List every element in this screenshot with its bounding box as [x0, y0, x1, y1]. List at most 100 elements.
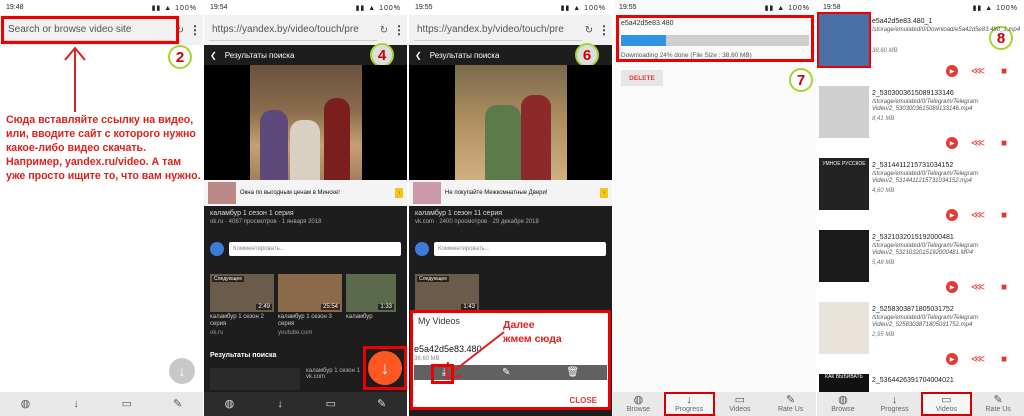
video-list-item[interactable]: УМНОЕ РУССКОЕ 2_5314411215731034152 /sto… [817, 152, 1024, 224]
bottom-nav: ◍ ↓ ▭ ✎ [204, 392, 407, 416]
status-bar: 19:48 ▮▮ ▲ 100% [0, 0, 203, 15]
download-fab[interactable]: ↓ [169, 358, 195, 384]
video-player[interactable] [204, 65, 407, 180]
share-icon[interactable]: ⋘ [971, 65, 985, 77]
video-player[interactable] [409, 65, 612, 180]
reload-icon[interactable]: ↻ [377, 25, 391, 36]
nav-videos[interactable]: ▭ [305, 392, 357, 416]
related-video[interactable]: Следующее 1:43 [415, 274, 479, 312]
share-icon[interactable]: ⋘ [971, 353, 985, 365]
nav-videos[interactable]: ▭ Videos [715, 392, 766, 416]
video-name: 2_5321032015192000481 [872, 234, 954, 241]
reload-icon[interactable]: ↻ [582, 25, 596, 36]
video-frame [454, 65, 567, 180]
video-path: /storage/emulated/0/Download/e5a42d5e83.… [872, 27, 1021, 33]
related-video[interactable]: Следующее 2:49 каламбур 1 сезон 2 серия o… [210, 274, 274, 336]
video-meta: ok.ru · 4087 просмотров · 1 января 2018 [210, 219, 322, 225]
video-title: каламбур 1 сезон 1 серия [210, 210, 294, 217]
next-tag: Следующее [417, 276, 449, 282]
nav-progress[interactable]: ↓ [254, 392, 306, 416]
duration: 1:33 [378, 304, 394, 310]
back-icon[interactable]: ❮ [415, 51, 422, 60]
nav-videos[interactable]: ▭ [102, 392, 153, 416]
nav-browse[interactable]: ◍ Browse [613, 392, 664, 416]
share-icon[interactable]: ⋘ [971, 137, 985, 149]
trash-icon[interactable]: ■ [998, 209, 1010, 221]
duration: 2:49 [256, 304, 272, 310]
play-icon[interactable]: ▶ [946, 209, 958, 221]
bottom-nav: ◍ Browse ↓ Progress ▭ Videos ✎ Rate Us [613, 392, 816, 416]
video-list-item[interactable]: e5a42d5e83.480_1 /storage/emulated/0/Dow… [817, 8, 1024, 80]
comment-input[interactable]: Комментировать... [434, 242, 606, 256]
status-time: 19:54 [210, 4, 228, 11]
video-size: 8,41 MB [872, 116, 895, 122]
nav-progress[interactable]: ↓ Progress [663, 392, 715, 416]
back-icon[interactable]: ❮ [210, 51, 217, 60]
trash-icon[interactable]: ■ [998, 281, 1010, 293]
status-time: 19:55 [619, 4, 637, 11]
related-title: каламбур [346, 314, 373, 320]
step-badge: 4 [370, 43, 394, 67]
video-name: 2_5258303871805031752 [872, 306, 954, 313]
related-source: ok.ru [210, 330, 224, 336]
nav-rate[interactable]: ✎ Rate Us [765, 392, 816, 416]
ad-banner[interactable]: Окна по выгодным ценам в Минске! › [204, 180, 407, 206]
screen-progress: 19:55 ▮▮ ▲ 100% e5a42d5e83.480 Downloadi… [613, 0, 816, 416]
menu-dots-icon[interactable]: ⋮ [187, 23, 203, 37]
play-icon[interactable]: ▶ [946, 137, 958, 149]
play-icon[interactable]: ▶ [946, 65, 958, 77]
nav-progress-label: Progress [880, 406, 909, 413]
video-path: /storage/emulated/0/Telegram/Telegram Vi… [872, 171, 978, 184]
video-list-item[interactable]: КАК ВЫБИВАТЬ 2_5364426391704004021 [817, 368, 1024, 392]
nav-rate[interactable]: ✎ Rate Us [972, 392, 1024, 416]
rate-icon: ✎ [993, 394, 1003, 406]
share-icon[interactable]: ⋘ [971, 281, 985, 293]
nav-browse[interactable]: ◍ Browse [817, 392, 869, 416]
trash-icon[interactable]: ■ [998, 353, 1010, 365]
trash-icon[interactable]: ■ [998, 137, 1010, 149]
video-size: 2,95 MB [872, 332, 895, 338]
globe-icon: ◍ [224, 398, 235, 410]
result-source: vk.com [306, 374, 326, 380]
share-icon[interactable]: ⋘ [971, 209, 985, 221]
video-size: 4,60 MB [872, 188, 895, 194]
related-video[interactable]: 25:54 каламбур 1 сезон 3 серия youtube.c… [278, 274, 342, 336]
nav-videos-label: Videos [935, 406, 958, 413]
play-icon[interactable]: ▶ [946, 281, 958, 293]
video-list-item[interactable]: 2_5258303871805031752 /storage/emulated/… [817, 296, 1024, 368]
nav-progress[interactable]: ↓ [51, 392, 102, 416]
monitor-icon: ▭ [121, 398, 133, 410]
screen-search: 19:48 ▮▮ ▲ 100% Search or browse video s… [0, 0, 203, 416]
nav-progress[interactable]: ↓ Progress [869, 392, 921, 416]
ad-text: Окна по выгодным ценам в Минске! [240, 189, 340, 196]
ad-banner[interactable]: Не покупайте Межкомнатные Двери! › [409, 180, 612, 206]
related-videos: Следующее 2:49 каламбур 1 сезон 2 серия o… [210, 274, 407, 336]
video-list-item[interactable]: 2_5321032015192000481 /storage/emulated/… [817, 224, 1024, 296]
nav-browse[interactable]: ◍ [0, 392, 51, 416]
nav-browse-label: Browse [831, 406, 855, 413]
menu-dots-icon[interactable]: ⋮ [596, 23, 612, 37]
related-video[interactable]: 1:33 каламбур [346, 274, 396, 336]
trash-icon[interactable]: ■ [998, 65, 1010, 77]
play-icon[interactable]: ▶ [946, 353, 958, 365]
video-info: каламбур 1 сезон 11 серия vk.com · 2400 … [415, 210, 608, 225]
video-list-item[interactable]: 2_5303003615089133146 /storage/emulated/… [817, 80, 1024, 152]
video-thumbnail [819, 302, 869, 354]
comment-input[interactable]: Комментировать... [229, 242, 401, 256]
ad-button[interactable]: › [600, 188, 608, 198]
nav-rate[interactable]: ✎ [152, 392, 203, 416]
video-meta: vk.com · 2400 просмотров · 29 декабря 20… [415, 219, 539, 225]
ad-image [413, 182, 441, 204]
video-name: 2_5364426391704004021 [872, 377, 954, 384]
nav-rate[interactable]: ✎ [356, 392, 407, 416]
nav-browse[interactable]: ◍ [204, 392, 255, 416]
url-input[interactable]: https://yandex.by/video/touch/pre [209, 19, 377, 41]
ad-button[interactable]: › [395, 188, 403, 198]
related-title: каламбур 1 сезон 2 серия [210, 314, 264, 327]
menu-dots-icon[interactable]: ⋮ [391, 23, 407, 37]
video-info: каламбур 1 сезон 1 серия ok.ru · 4087 пр… [210, 210, 403, 225]
delete-button[interactable]: DELETE [621, 70, 663, 86]
step-badge: 7 [789, 68, 813, 92]
url-input[interactable]: https://yandex.by/video/touch/pre [414, 19, 582, 41]
nav-videos[interactable]: ▭ Videos [920, 392, 973, 416]
